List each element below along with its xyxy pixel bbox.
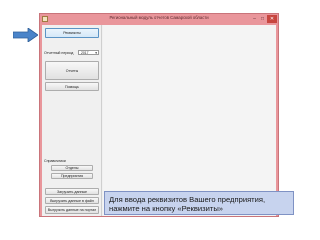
window-title: Региональный модуль отчетов Самарской об… — [109, 15, 209, 20]
main-area — [103, 25, 276, 216]
hint-line-1: Для ввода реквизитов Вашего предприятия, — [109, 195, 266, 204]
chevron-down-icon: ▾ — [95, 51, 97, 55]
period-select[interactable]: 2017 ▾ — [78, 50, 99, 55]
close-button[interactable]: ✕ — [267, 15, 277, 23]
export-portal-button[interactable]: Выгрузить данные на портал — [45, 206, 99, 214]
minimize-button[interactable]: – — [251, 15, 258, 23]
hint-tooltip: Для ввода реквизитов Вашего предприятия,… — [104, 191, 294, 215]
title-bar[interactable]: Региональный модуль отчетов Самарской об… — [40, 14, 278, 25]
hint-line-2: нажмите на кнопку «Реквизиты» — [109, 204, 224, 213]
period-label: Отчетный период — [44, 51, 74, 55]
departments-button[interactable]: Отделы — [51, 165, 93, 171]
load-data-button[interactable]: Загрузить данные — [45, 188, 99, 195]
window-client-area: Реквизиты Отчетный период 2017 ▾ Отчеты … — [42, 25, 276, 216]
arrow-right-icon — [13, 28, 38, 42]
reference-section-label: Справочники — [44, 159, 66, 163]
export-file-button[interactable]: Выгрузить данные в файл — [45, 197, 99, 204]
maximize-button[interactable]: □ — [259, 15, 266, 23]
enterprises-button[interactable]: Предприятия — [51, 173, 93, 179]
app-window: Региональный модуль отчетов Самарской об… — [39, 13, 279, 217]
period-value: 2017 — [81, 51, 89, 55]
help-button[interactable]: Помощь — [45, 82, 99, 91]
left-panel: Реквизиты Отчетный период 2017 ▾ Отчеты … — [42, 25, 102, 216]
requisites-button[interactable]: Реквизиты — [45, 28, 99, 38]
reports-button[interactable]: Отчеты — [45, 61, 99, 80]
